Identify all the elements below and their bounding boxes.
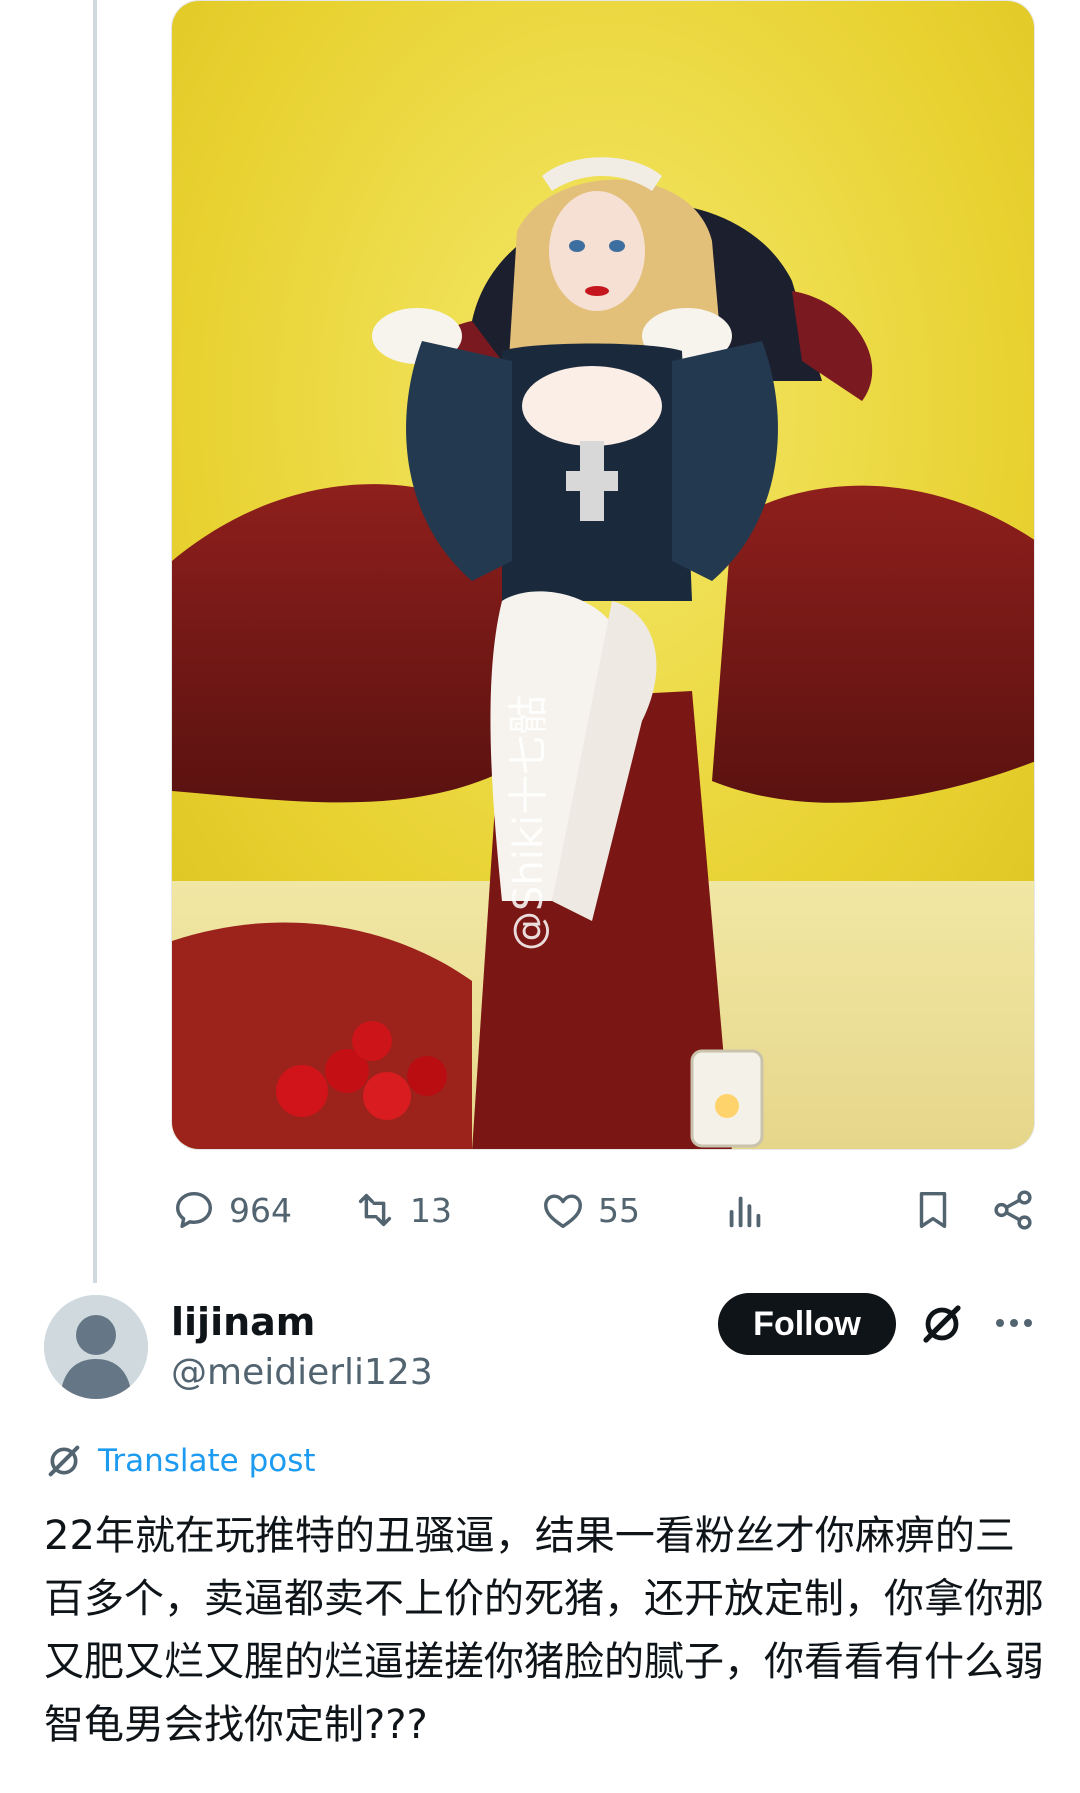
- translate-post-link[interactable]: Translate post: [44, 1436, 316, 1486]
- media-illustration: @Shiki十七骷: [172, 1, 1034, 1149]
- follow-button[interactable]: Follow: [718, 1293, 896, 1355]
- grok-slash-icon: [48, 1445, 80, 1477]
- user-handle[interactable]: @meidierli123: [171, 1352, 433, 1393]
- translate-post-label: Translate post: [98, 1443, 316, 1479]
- share-icon: [994, 1190, 1032, 1230]
- bookmark-icon: [919, 1191, 947, 1229]
- post-action-bar: 964 13 55: [0, 1180, 1080, 1240]
- default-avatar-icon: [44, 1295, 148, 1399]
- reply-button[interactable]: 964: [171, 1180, 292, 1240]
- views-button[interactable]: [722, 1180, 768, 1240]
- speech-bubble-icon: [175, 1191, 213, 1229]
- media-watermark: @Shiki十七骷: [506, 695, 552, 951]
- repost-arrows-icon: [358, 1193, 392, 1227]
- avatar[interactable]: [44, 1295, 148, 1399]
- reply-count: 964: [229, 1190, 292, 1230]
- reply-post-text: 22年就在玩推特的丑骚逼，结果一看粉丝才你麻痹的三百多个，卖逼都卖不上价的死猪，…: [44, 1513, 1044, 1748]
- display-name[interactable]: lijinam: [171, 1300, 315, 1344]
- heart-icon: [544, 1194, 582, 1229]
- repost-button[interactable]: 13: [352, 1180, 452, 1240]
- grok-slash-icon[interactable]: [918, 1300, 966, 1348]
- post-media-image[interactable]: @Shiki十七骷: [171, 0, 1035, 1150]
- bookmark-button[interactable]: [910, 1180, 956, 1240]
- thread-connector-line: [93, 0, 97, 1283]
- more-dots-icon[interactable]: [992, 1308, 1036, 1338]
- share-button[interactable]: [990, 1180, 1036, 1240]
- repost-count: 13: [410, 1190, 452, 1230]
- bar-chart-icon: [729, 1196, 761, 1228]
- like-count: 55: [598, 1190, 640, 1230]
- like-button[interactable]: 55: [540, 1180, 640, 1240]
- reply-author-row: lijinam @meidierli123 Follow: [0, 1290, 1080, 1410]
